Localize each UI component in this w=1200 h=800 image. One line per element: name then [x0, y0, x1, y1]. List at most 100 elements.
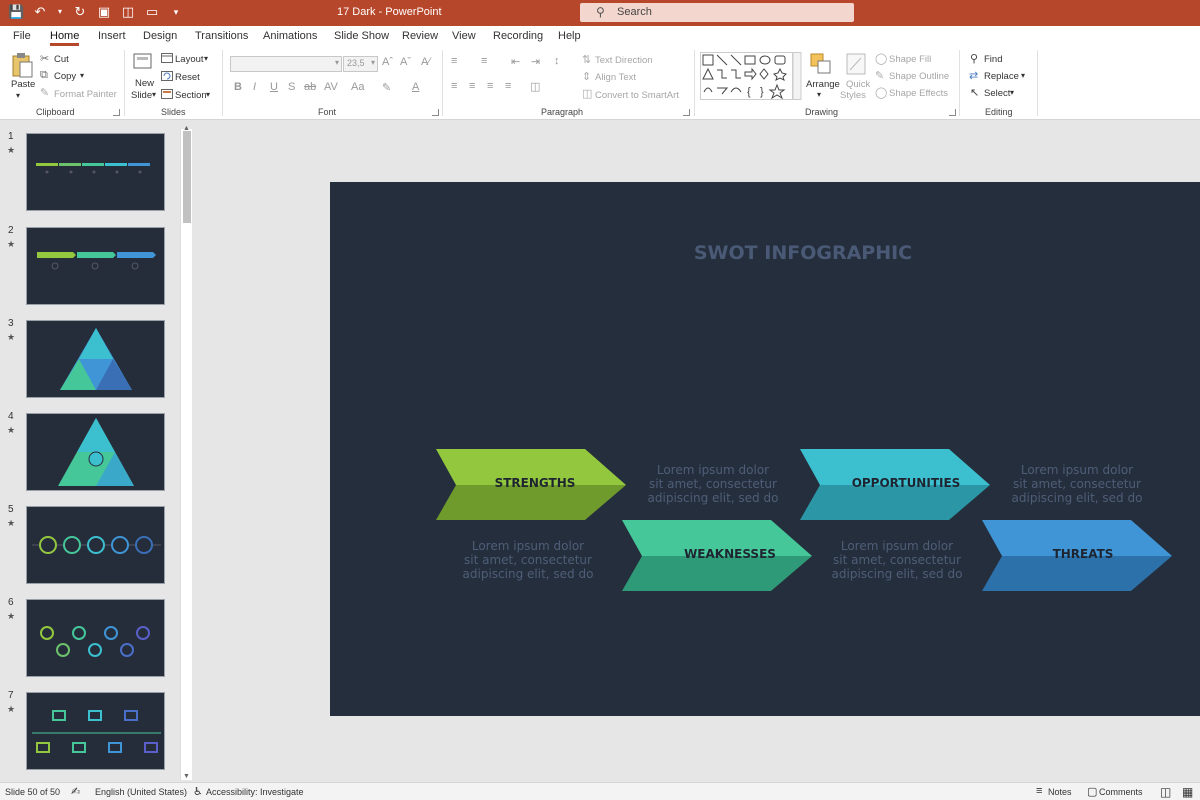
strengths-description[interactable]: Lorem ipsum dolor sit amet, consectetur …: [443, 539, 613, 581]
format-painter-icon[interactable]: ✎: [40, 86, 49, 99]
decrease-font-icon[interactable]: Aˇ: [400, 56, 411, 68]
layout-icon[interactable]: [161, 53, 173, 63]
select-button[interactable]: Select: [984, 88, 1010, 99]
highlight-icon[interactable]: ✎: [382, 81, 391, 94]
comments-button[interactable]: Comments: [1099, 787, 1143, 797]
line-spacing-icon[interactable]: ↕: [554, 55, 560, 67]
tab-insert[interactable]: Insert: [98, 30, 126, 42]
quick-styles-icon[interactable]: [845, 52, 867, 76]
replace-button[interactable]: Replace: [984, 71, 1019, 82]
font-launcher-icon[interactable]: [432, 109, 439, 116]
customize-qat-icon[interactable]: ▾: [168, 4, 184, 20]
increase-indent-icon[interactable]: ⇥: [531, 55, 540, 68]
threats-description[interactable]: Lorem ipsum dolor sit amet, consectetur …: [992, 463, 1162, 505]
replace-dropdown-icon[interactable]: ▾: [1021, 71, 1025, 80]
redo-icon[interactable]: ↻: [72, 4, 88, 20]
align-center-icon[interactable]: ≡: [469, 80, 475, 92]
clear-format-icon[interactable]: A∕: [421, 56, 430, 68]
search-box[interactable]: ⚲ Search: [580, 3, 854, 22]
cut-icon[interactable]: ✂: [40, 52, 49, 65]
section-button[interactable]: Section: [175, 90, 207, 101]
arrange-button[interactable]: Arrange: [806, 79, 840, 90]
scroll-down-icon[interactable]: ▼: [183, 773, 190, 780]
weaknesses-description[interactable]: Lorem ipsum dolor sit amet, consectetur …: [812, 539, 982, 581]
change-case-icon[interactable]: Aa: [351, 81, 364, 93]
undo-icon[interactable]: ↶: [32, 4, 48, 20]
slide-canvas[interactable]: SWOT INFOGRAPHIC STRENGTHS WEAKNESSES OP…: [330, 182, 1200, 716]
find-icon[interactable]: ⚲: [970, 52, 978, 65]
tab-view[interactable]: View: [452, 30, 476, 42]
layout-button[interactable]: Layout: [175, 54, 204, 65]
accessibility-icon[interactable]: ♿: [193, 785, 203, 798]
new-slide-label-1[interactable]: New: [135, 78, 154, 89]
arrange-icon[interactable]: [809, 52, 833, 76]
select-icon[interactable]: ↖: [970, 86, 979, 99]
arrange-dropdown-icon[interactable]: ▾: [817, 90, 821, 99]
tab-design[interactable]: Design: [143, 30, 177, 42]
tab-home[interactable]: Home: [50, 30, 80, 46]
thumbnails-scrollbar[interactable]: ▲ ▼: [180, 125, 192, 780]
find-button[interactable]: Find: [984, 54, 1002, 65]
slide-thumbnail-7[interactable]: [26, 692, 165, 770]
shape-icon[interactable]: ▭: [144, 4, 160, 20]
select-dropdown-icon[interactable]: ▾: [1010, 88, 1014, 97]
notes-icon[interactable]: ≡: [1036, 785, 1042, 797]
language-status[interactable]: English (United States): [95, 787, 187, 797]
slide-sorter-icon[interactable]: ▦: [1182, 785, 1193, 799]
decrease-indent-icon[interactable]: ⇤: [511, 55, 520, 68]
shape-effects-button[interactable]: Shape Effects: [889, 88, 948, 99]
font-family-combo[interactable]: ▾: [230, 56, 342, 72]
opportunities-description[interactable]: Lorem ipsum dolor sit amet, consectetur …: [628, 463, 798, 505]
spacing-icon[interactable]: AV: [324, 81, 338, 93]
tab-animations[interactable]: Animations: [263, 30, 317, 42]
shape-fill-button[interactable]: Shape Fill: [889, 54, 931, 65]
slide-thumbnail-5[interactable]: [26, 506, 165, 584]
tab-file[interactable]: File: [13, 30, 31, 42]
align-right-icon[interactable]: ≡: [487, 80, 493, 92]
reset-button[interactable]: Reset: [175, 72, 200, 83]
section-icon[interactable]: [161, 89, 173, 99]
notes-button[interactable]: Notes: [1048, 787, 1072, 797]
cut-button[interactable]: Cut: [54, 54, 69, 65]
quick-styles-label-1[interactable]: Quick: [846, 79, 870, 90]
comments-icon[interactable]: ▢: [1087, 785, 1097, 798]
slide-title[interactable]: SWOT INFOGRAPHIC: [330, 242, 1200, 264]
font-size-combo[interactable]: 23,5 ▾: [343, 56, 378, 72]
justify-icon[interactable]: ≡: [505, 80, 511, 92]
tab-review[interactable]: Review: [402, 30, 438, 42]
increase-font-icon[interactable]: Aˆ: [382, 56, 393, 68]
chevron-down-icon[interactable]: ▾: [56, 4, 64, 20]
text-direction-icon[interactable]: ⇅: [582, 53, 591, 66]
align-text-button[interactable]: Align Text: [595, 72, 636, 83]
shape-fill-icon[interactable]: ◯: [875, 52, 887, 65]
shadow-icon[interactable]: S: [288, 81, 295, 93]
shape-outline-button[interactable]: Shape Outline: [889, 71, 949, 82]
strikethrough-icon[interactable]: ab: [304, 81, 316, 93]
smartart-icon[interactable]: ◫: [582, 87, 592, 100]
text-direction-button[interactable]: Text Direction: [595, 55, 653, 66]
paste-button[interactable]: Paste: [11, 79, 35, 90]
shapes-gallery[interactable]: { }: [700, 52, 802, 100]
scrollbar-thumb[interactable]: [183, 131, 191, 223]
slide-thumbnail-1[interactable]: [26, 133, 165, 211]
section-dropdown-icon[interactable]: ▾: [206, 90, 210, 99]
layout-dropdown-icon[interactable]: ▾: [204, 54, 208, 63]
align-text-icon[interactable]: ⇕: [582, 70, 591, 83]
copy-button[interactable]: Copy: [54, 71, 76, 82]
paste-dropdown-icon[interactable]: ▾: [16, 91, 20, 100]
clipboard-launcher-icon[interactable]: [113, 109, 120, 116]
normal-view-icon[interactable]: ◫: [1160, 785, 1171, 799]
font-color-icon[interactable]: A: [412, 81, 419, 93]
new-slide-icon[interactable]: [133, 52, 153, 72]
slide-thumbnail-6[interactable]: [26, 599, 165, 677]
slide-thumbnail-2[interactable]: [26, 227, 165, 305]
reset-icon[interactable]: [161, 71, 173, 81]
slide-thumbnail-4[interactable]: [26, 413, 165, 491]
drawing-launcher-icon[interactable]: [949, 109, 956, 116]
spell-check-icon[interactable]: ✍: [71, 785, 80, 798]
paragraph-launcher-icon[interactable]: [683, 109, 690, 116]
numbering-icon[interactable]: ≡: [481, 55, 487, 67]
save-icon[interactable]: 💾: [8, 4, 24, 20]
align-left-icon[interactable]: ≡: [451, 80, 457, 92]
copy-icon[interactable]: ⧉: [40, 69, 48, 82]
